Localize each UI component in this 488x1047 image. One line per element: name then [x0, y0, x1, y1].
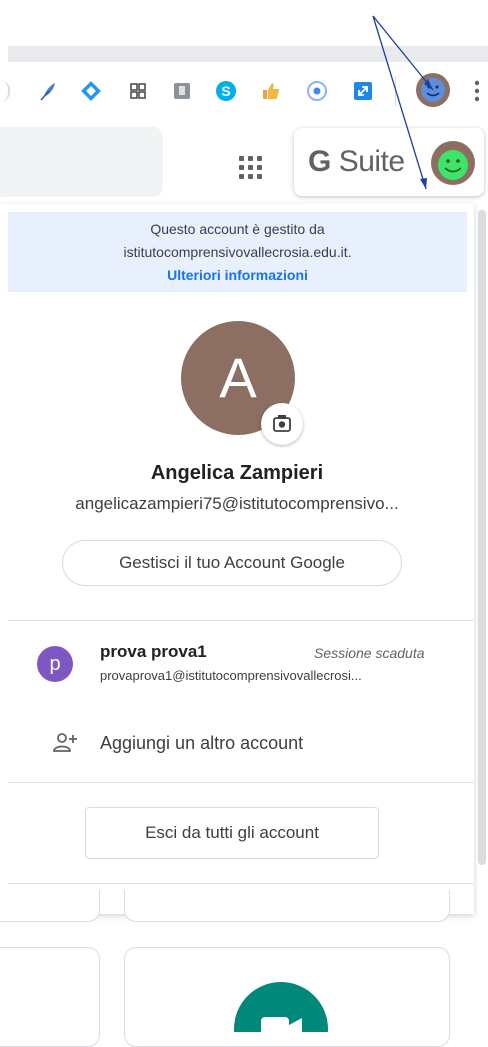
managed-text: Questo account è gestito da [150, 221, 325, 237]
manage-account-button[interactable]: Gestisci il tuo Account Google [62, 540, 402, 586]
divider [8, 620, 474, 621]
profile-email: angelicazampieri75@istitutocomprensivo..… [75, 494, 399, 513]
other-account-email: provaprova1@istitutocomprensivovallecros… [100, 668, 362, 683]
more-info-link[interactable]: Ulteriori informazioni [8, 267, 467, 283]
profile-name: Angelica Zampieri [150, 462, 324, 484]
sign-out-all-button[interactable]: Esci da tutti gli account [85, 807, 379, 859]
other-account-name[interactable]: prova prova1 [100, 642, 207, 662]
annotation-arrows [372, 15, 434, 190]
meet-icon [234, 982, 328, 1032]
session-status: Sessione scaduta [314, 645, 425, 661]
add-account-link[interactable]: Aggiungi un altro account [100, 733, 303, 754]
background-card[interactable] [0, 890, 100, 922]
managed-domain: istitutocomprensivovallecrosia.edu.it. [123, 244, 352, 260]
divider [8, 782, 474, 783]
panel-scrollbar[interactable] [478, 210, 486, 865]
divider [8, 883, 474, 884]
background-card[interactable] [124, 890, 450, 922]
other-account-avatar[interactable]: p [37, 646, 73, 682]
background-card[interactable] [0, 947, 100, 1047]
camera-icon[interactable] [261, 403, 303, 445]
add-person-icon [52, 730, 78, 756]
